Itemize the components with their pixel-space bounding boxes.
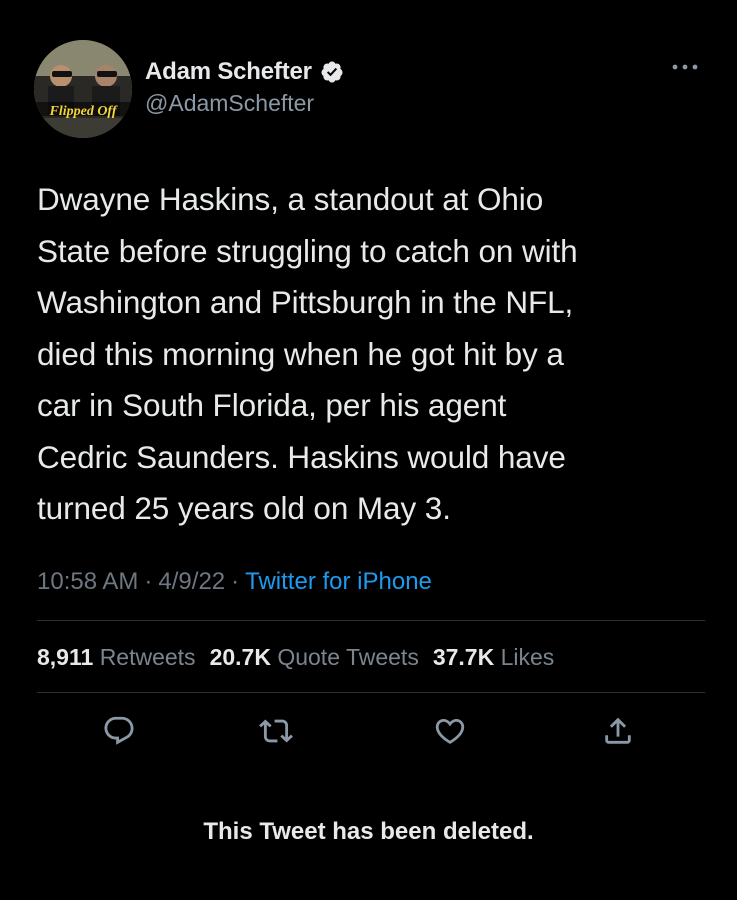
avatar-text: Flipped Off	[48, 104, 117, 119]
retweets-stat[interactable]: 8,911 Retweets	[37, 644, 196, 670]
tweet-time: 10:58 AM	[37, 568, 139, 595]
retweets-label: Retweets	[99, 644, 196, 670]
reply-icon[interactable]	[102, 714, 136, 748]
tweet-date[interactable]: 4/9/22	[158, 568, 225, 595]
avatar[interactable]: Flipped Off	[34, 40, 132, 138]
retweet-icon[interactable]	[259, 714, 293, 748]
meta-separator: ·	[144, 568, 153, 595]
retweets-count: 8,911	[37, 644, 94, 670]
display-name[interactable]: Adam Schefter	[145, 58, 312, 86]
likes-stat[interactable]: 37.7K Likes	[433, 644, 554, 670]
likes-label: Likes	[500, 644, 555, 670]
share-icon[interactable]	[601, 714, 635, 748]
author-handle[interactable]: @AdamSchefter	[145, 90, 314, 117]
verified-badge-icon	[320, 60, 344, 84]
quote-tweets-count: 20.7K	[209, 644, 271, 670]
tweet-stats: 8,911 Retweets 20.7K Quote Tweets 37.7K Li…	[37, 644, 568, 671]
like-icon[interactable]	[433, 714, 467, 748]
divider	[37, 692, 705, 693]
more-icon[interactable]	[668, 57, 702, 77]
likes-count: 37.7K	[432, 644, 495, 670]
quote-tweets-label: Quote Tweets	[277, 644, 419, 670]
quote-tweets-stat[interactable]: 20.7K Quote Tweets	[210, 644, 419, 670]
deleted-notice: This Tweet has been deleted.	[203, 818, 534, 845]
tweet-text: Dwayne Haskins, a standout at Ohio State…	[37, 181, 578, 526]
avatar-image: Flipped Off	[34, 40, 132, 138]
tweet-source-link[interactable]: Twitter for iPhone	[245, 568, 432, 595]
meta-separator: ·	[231, 568, 240, 595]
tweet-meta: 10:58 AM · 4/9/22 · Twitter for iPhone	[37, 568, 432, 596]
author-name-row[interactable]: Adam Schefter	[145, 58, 344, 86]
divider	[37, 620, 705, 621]
